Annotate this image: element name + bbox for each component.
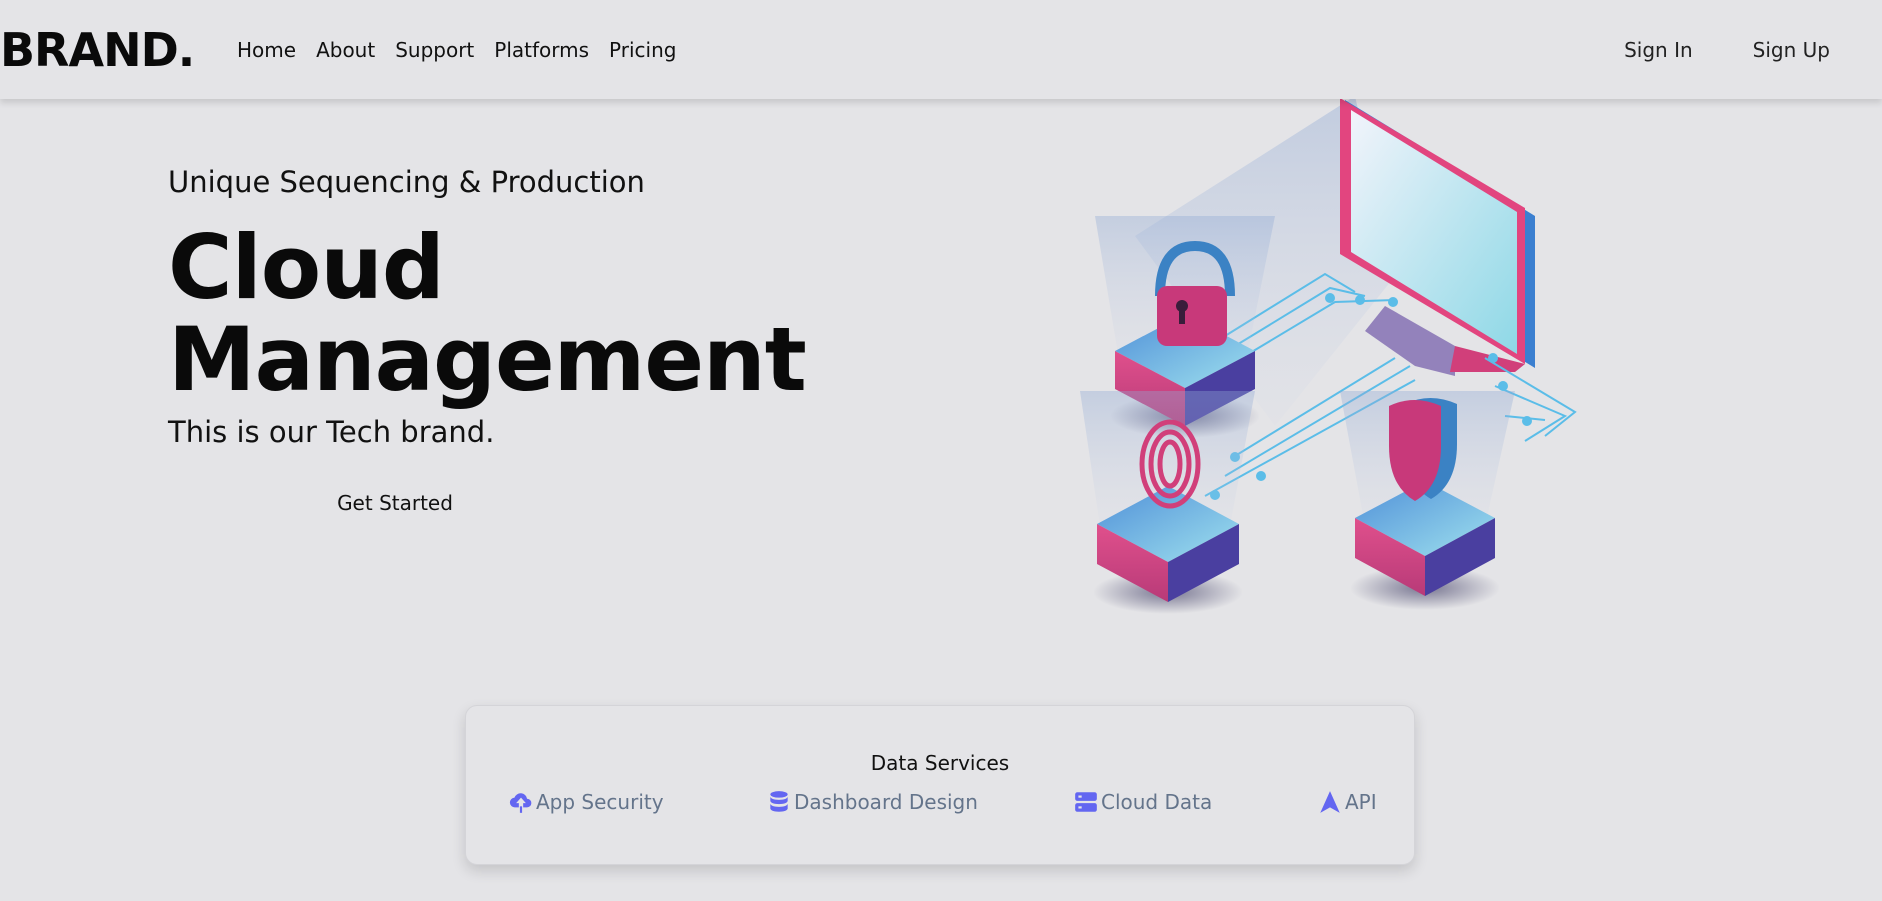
- services-title: Data Services: [870, 751, 1010, 775]
- service-label: API: [1345, 790, 1377, 814]
- data-services-card: Data Services App Security Dashboard Des…: [465, 705, 1415, 865]
- server-icon: [1075, 792, 1097, 812]
- get-started-button[interactable]: Get Started: [328, 486, 462, 520]
- nav-link-platforms[interactable]: Platforms: [494, 36, 589, 64]
- main-nav: Home About Support Platforms Pricing: [237, 36, 696, 64]
- database-icon: [770, 791, 788, 812]
- sign-up-link[interactable]: Sign Up: [1753, 36, 1830, 64]
- navigation-arrow-icon: [1320, 791, 1340, 813]
- sign-in-link[interactable]: Sign In: [1624, 36, 1693, 64]
- brand-logo[interactable]: BRAND.: [0, 22, 195, 78]
- nav-link-support[interactable]: Support: [395, 36, 474, 64]
- service-label: Dashboard Design: [794, 790, 978, 814]
- cloud-security-illustration: [1080, 96, 1577, 614]
- auth-links: Sign In Sign Up: [1624, 36, 1830, 64]
- nav-link-about[interactable]: About: [316, 36, 375, 64]
- hero-tagline: This is our Tech brand.: [168, 415, 495, 449]
- service-label: App Security: [536, 790, 664, 814]
- nav-link-home[interactable]: Home: [237, 36, 296, 64]
- hero-eyebrow: Unique Sequencing & Production: [168, 165, 645, 199]
- service-app-security[interactable]: App Security: [508, 788, 664, 816]
- service-cloud-data[interactable]: Cloud Data: [1073, 788, 1212, 816]
- hero-headline-line1: Cloud: [168, 216, 445, 319]
- shield-block: [1340, 391, 1515, 610]
- top-navbar: BRAND. Home About Support Platforms Pric…: [0, 0, 1882, 99]
- hero-headline-line2: Management: [168, 308, 807, 411]
- fingerprint-block: [1080, 391, 1255, 614]
- cloud-upload-icon: [509, 793, 532, 813]
- service-api[interactable]: API: [1317, 788, 1377, 816]
- service-dashboard-design[interactable]: Dashboard Design: [766, 788, 978, 816]
- nav-link-pricing[interactable]: Pricing: [609, 36, 676, 64]
- monitor-graphic: [1340, 98, 1535, 376]
- hero-headline: Cloud Management: [168, 222, 808, 406]
- service-label: Cloud Data: [1101, 790, 1213, 814]
